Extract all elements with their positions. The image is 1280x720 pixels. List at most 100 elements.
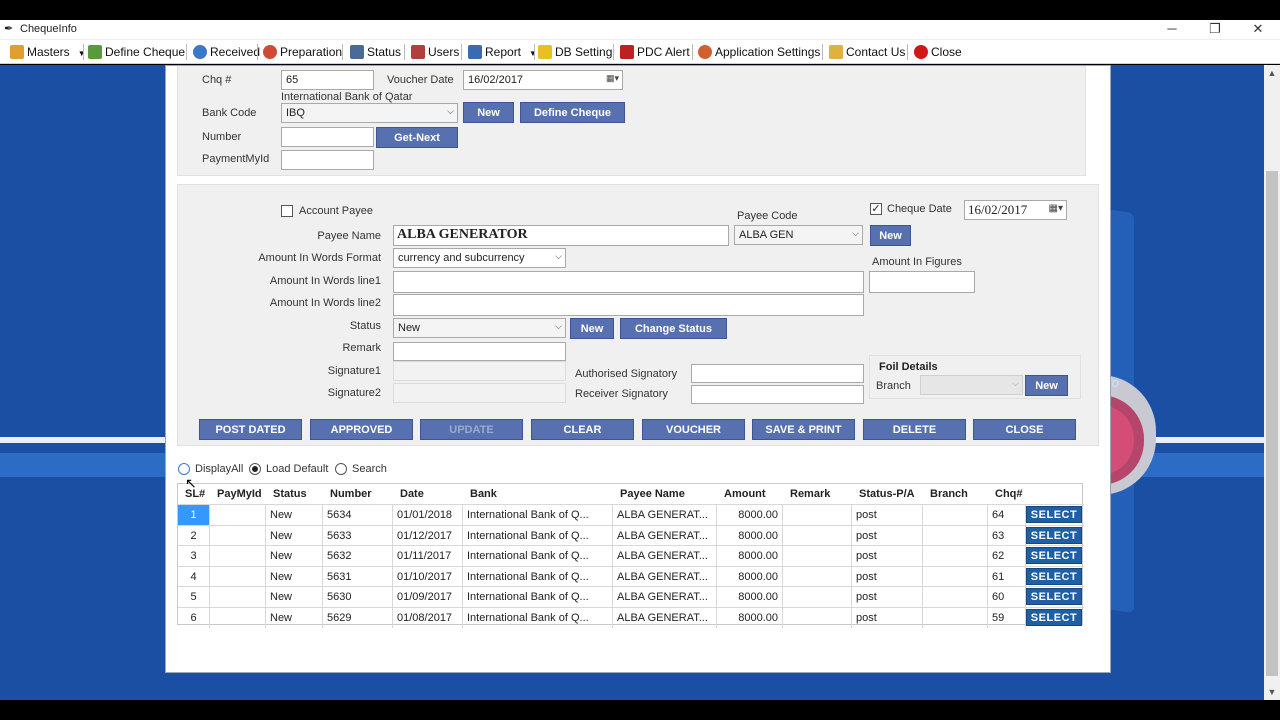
- cell-date[interactable]: 01/08/2017: [393, 608, 463, 628]
- col-header-payee[interactable]: Payee Name: [616, 484, 685, 504]
- cell-spa[interactable]: post: [852, 525, 923, 546]
- cell-bank[interactable]: International Bank of Q...: [463, 505, 613, 525]
- cell-chq[interactable]: 61: [988, 566, 1026, 587]
- load-default-radio[interactable]: [249, 463, 261, 475]
- cell-date[interactable]: 01/12/2017: [393, 525, 463, 546]
- cell-number[interactable]: 5634: [323, 505, 393, 525]
- bank-code-select[interactable]: IBQ ⌵: [281, 103, 458, 123]
- table-row[interactable]: 1 New 5634 01/01/2018 International Bank of …: [178, 504, 1084, 525]
- cell-branch[interactable]: [923, 608, 988, 628]
- menu-users[interactable]: Users: [411, 44, 459, 60]
- payee-name-field[interactable]: ALBA GENERATOR: [393, 225, 729, 246]
- col-header-branch[interactable]: Branch: [926, 484, 968, 504]
- update-button[interactable]: UPDATE: [420, 419, 523, 440]
- cell-sl[interactable]: 3: [178, 546, 210, 567]
- cell-paymyid[interactable]: [210, 546, 266, 567]
- authorised-signatory-field[interactable]: [691, 364, 864, 383]
- select-row-button[interactable]: SELECT: [1026, 506, 1082, 523]
- cell-sl[interactable]: 2: [178, 525, 210, 546]
- table-row[interactable]: 3 New 5632 01/11/2017 International Bank of …: [178, 545, 1084, 567]
- col-header-amount[interactable]: Amount: [720, 484, 766, 504]
- cell-payee[interactable]: ALBA GENERAT...: [613, 525, 717, 546]
- display-all-radio[interactable]: [178, 463, 190, 475]
- cell-date[interactable]: 01/01/2018: [393, 505, 463, 525]
- change-status-button[interactable]: Change Status: [620, 318, 727, 339]
- cell-sl[interactable]: 5: [178, 587, 210, 608]
- cell-date[interactable]: 01/09/2017: [393, 587, 463, 608]
- save-print-button[interactable]: SAVE & PRINT: [752, 419, 855, 440]
- branch-new-button[interactable]: New: [1025, 375, 1068, 396]
- menu-report[interactable]: Report ▼: [468, 44, 537, 60]
- cell-spa[interactable]: post: [852, 546, 923, 567]
- cell-status[interactable]: New: [266, 587, 323, 608]
- cell-payee[interactable]: ALBA GENERAT...: [613, 587, 717, 608]
- scroll-up-icon[interactable]: ▲: [1264, 65, 1280, 81]
- cell-status[interactable]: New: [266, 546, 323, 567]
- col-header-chq[interactable]: Chq#: [991, 484, 1023, 504]
- cell-spa[interactable]: post: [852, 608, 923, 628]
- get-next-button[interactable]: Get-Next: [376, 127, 458, 148]
- cheque-date-checkbox[interactable]: ✓: [870, 203, 882, 215]
- cell-status[interactable]: New: [266, 505, 323, 525]
- menu-pdc-alert[interactable]: PDC Alert: [620, 44, 690, 60]
- number-field[interactable]: [281, 127, 374, 147]
- cell-amount[interactable]: 8000.00: [717, 608, 783, 628]
- cell-remark[interactable]: [783, 546, 852, 567]
- cell-paymyid[interactable]: [210, 587, 266, 608]
- cell-branch[interactable]: [923, 566, 988, 587]
- scroll-down-icon[interactable]: ▼: [1264, 684, 1280, 700]
- cell-amount[interactable]: 8000.00: [717, 546, 783, 567]
- cell-status[interactable]: New: [266, 566, 323, 587]
- cheque-date-picker[interactable]: 16/02/2017 ▦▾: [964, 200, 1067, 220]
- select-row-button[interactable]: SELECT: [1026, 547, 1082, 565]
- cell-payee[interactable]: ALBA GENERAT...: [613, 546, 717, 567]
- col-header-paymyid[interactable]: PayMyId: [213, 484, 262, 504]
- chq-number-field[interactable]: 65: [281, 70, 374, 90]
- post-dated-button[interactable]: POST DATED: [199, 419, 302, 440]
- cell-branch[interactable]: [923, 546, 988, 567]
- cell-number[interactable]: 5632: [323, 546, 393, 567]
- cell-paymyid[interactable]: [210, 566, 266, 587]
- cell-payee[interactable]: ALBA GENERAT...: [613, 505, 717, 525]
- select-row-button[interactable]: SELECT: [1026, 567, 1082, 585]
- cell-chq[interactable]: 63: [988, 525, 1026, 546]
- status-select[interactable]: New ⌵: [393, 318, 566, 338]
- cell-bank[interactable]: International Bank of Q...: [463, 587, 613, 608]
- cell-spa[interactable]: post: [852, 566, 923, 587]
- vertical-scrollbar[interactable]: ▲ ▼: [1264, 65, 1280, 700]
- cell-sl[interactable]: 6: [178, 608, 210, 628]
- cell-chq[interactable]: 62: [988, 546, 1026, 567]
- words-line2-field[interactable]: [393, 294, 864, 316]
- cell-amount[interactable]: 8000.00: [717, 505, 783, 525]
- menu-preparation[interactable]: Preparation: [263, 44, 342, 60]
- menu-received[interactable]: Received: [193, 44, 260, 60]
- calendar-icon[interactable]: ▦▾: [606, 73, 619, 84]
- cell-chq[interactable]: 59: [988, 608, 1026, 628]
- cell-paymyid[interactable]: [210, 525, 266, 546]
- calendar-icon[interactable]: ▦▾: [1049, 203, 1063, 214]
- cell-remark[interactable]: [783, 587, 852, 608]
- cell-paymyid[interactable]: [210, 608, 266, 628]
- cell-payee[interactable]: ALBA GENERAT...: [613, 566, 717, 587]
- menu-masters[interactable]: Masters ▼: [10, 44, 86, 60]
- cell-paymyid[interactable]: [210, 505, 266, 525]
- cell-branch[interactable]: [923, 587, 988, 608]
- table-row[interactable]: 4 New 5631 01/10/2017 International Bank of …: [178, 565, 1084, 587]
- window-close-button[interactable]: ✕: [1236, 20, 1280, 40]
- cell-chq[interactable]: 60: [988, 587, 1026, 608]
- search-radio[interactable]: [335, 463, 347, 475]
- account-payee-checkbox[interactable]: [281, 205, 293, 217]
- cell-amount[interactable]: 8000.00: [717, 587, 783, 608]
- payment-myid-field[interactable]: [281, 150, 374, 170]
- voucher-button[interactable]: VOUCHER: [642, 419, 745, 440]
- menu-status[interactable]: Status: [350, 44, 401, 60]
- table-row[interactable]: 5 New 5630 01/09/2017 International Bank of …: [178, 586, 1084, 608]
- menu-define-cheque[interactable]: Define Cheque: [88, 44, 185, 60]
- approved-button[interactable]: APPROVED: [310, 419, 413, 440]
- cell-bank[interactable]: International Bank of Q...: [463, 525, 613, 546]
- menu-contact-us[interactable]: Contact Us: [829, 44, 905, 60]
- cell-branch[interactable]: [923, 525, 988, 546]
- remark-field[interactable]: [393, 342, 566, 361]
- amount-figures-field[interactable]: [869, 271, 975, 293]
- cell-status[interactable]: New: [266, 608, 323, 628]
